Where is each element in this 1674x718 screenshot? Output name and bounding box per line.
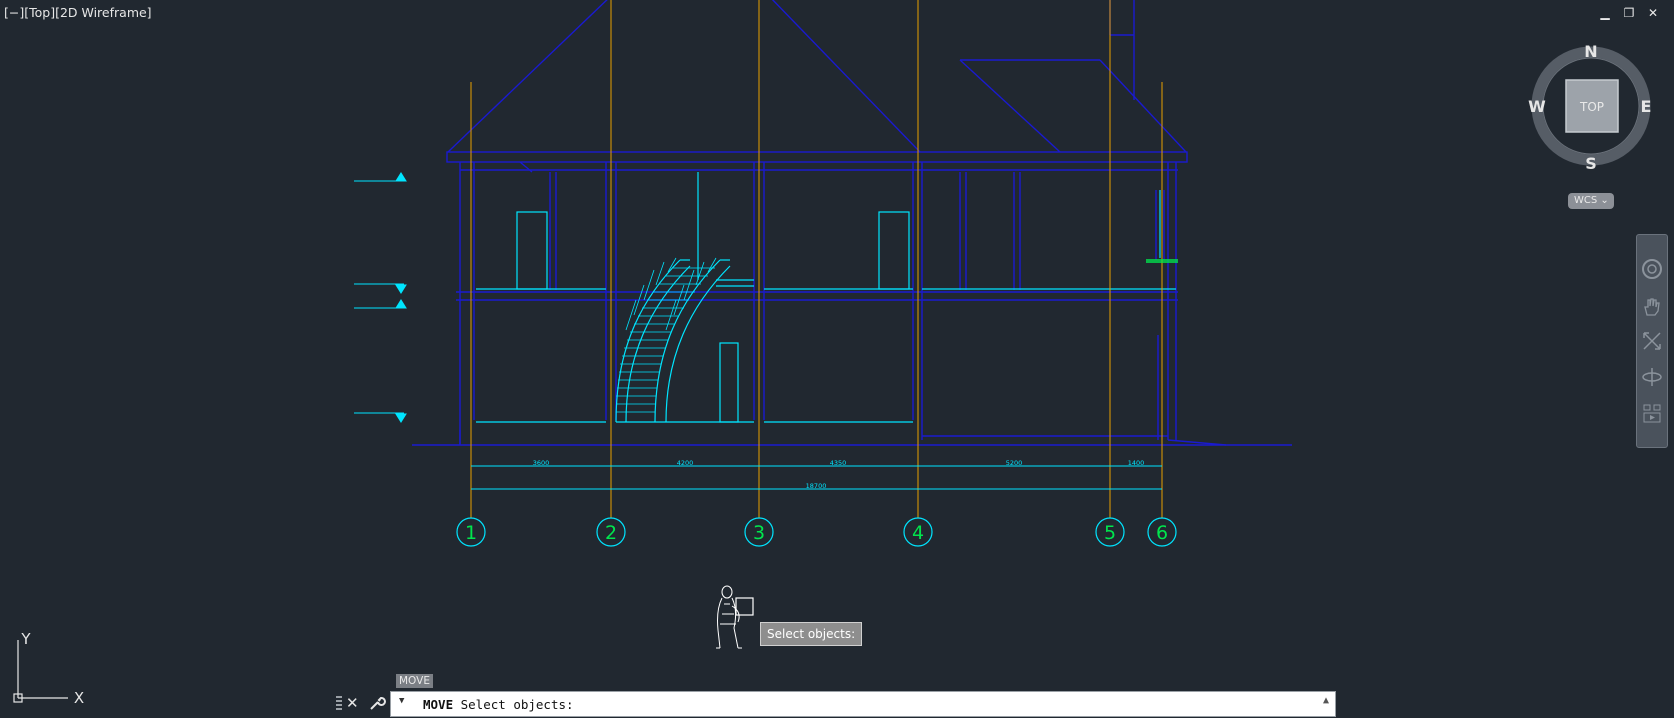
interior-elements: [476, 172, 1176, 423]
close-icon[interactable]: ✕: [346, 694, 359, 712]
dim-span-2: 4200: [677, 459, 694, 467]
dim-total: 18700: [806, 482, 827, 490]
grid-label-4: 4: [912, 522, 924, 544]
person-figure: [716, 585, 742, 649]
command-line: ✕ ▼ MOVE Select objects: ▲: [334, 690, 1338, 718]
viewport-controls-label[interactable]: [−][Top][2D Wireframe]: [4, 5, 152, 20]
showmotion-icon[interactable]: [1640, 401, 1664, 425]
viewport-window-controls: ▁ ❐ ✕: [1598, 6, 1660, 20]
grid-label-5: 5: [1104, 522, 1116, 544]
command-prompt: Select objects:: [453, 697, 574, 712]
wcs-menu-button[interactable]: WCS ⌄: [1568, 193, 1614, 209]
dim-span-3: 4350: [830, 459, 847, 467]
command-prompt-text: MOVE Select objects:: [423, 697, 574, 712]
grid-label-3: 3: [753, 522, 765, 544]
compass-north[interactable]: N: [1584, 42, 1597, 61]
history-expand-icon[interactable]: ▲: [1323, 695, 1329, 706]
minimize-button[interactable]: ▁: [1598, 6, 1612, 20]
dimension-texts: 3600 4200 4350 5200 1400 18700: [533, 459, 1145, 490]
compass-east[interactable]: E: [1641, 97, 1652, 116]
command-history-hint: MOVE: [396, 674, 433, 688]
command-keyword: MOVE: [423, 697, 454, 712]
chevron-down-icon: ⌄: [1600, 195, 1609, 206]
stair-treads: [616, 267, 715, 413]
dim-span-1: 3600: [533, 459, 550, 467]
level-markers: [354, 172, 407, 423]
ucs-icon: Y X: [13, 630, 84, 707]
grid-label-1: 1: [465, 522, 477, 544]
grid-label-2: 2: [605, 522, 617, 544]
restore-button[interactable]: ❐: [1622, 6, 1636, 20]
dim-span-5: 1400: [1128, 459, 1145, 467]
wrench-icon[interactable]: [368, 694, 386, 712]
grid-bubbles: [456, 517, 1177, 547]
navigation-bar: [1636, 234, 1668, 448]
orbit-icon[interactable]: [1640, 365, 1664, 389]
wcs-label: WCS: [1574, 195, 1598, 206]
compass-south[interactable]: S: [1585, 154, 1597, 173]
roof-lines: [446, 0, 1188, 173]
drawing-canvas[interactable]: 3600 4200 4350 5200 1400 18700 1 2 3 4 5…: [0, 0, 1674, 718]
compass-west[interactable]: W: [1528, 97, 1546, 116]
viewcube-face-label: TOP: [1579, 100, 1604, 114]
ucs-y-label: Y: [20, 630, 31, 648]
grid-bubble-labels: 1 2 3 4 5 6: [465, 522, 1168, 544]
dynamic-input-tooltip: Select objects:: [760, 622, 863, 646]
ucs-x-label: X: [74, 689, 84, 707]
pan-hand-icon[interactable]: [1640, 295, 1664, 319]
drag-handle[interactable]: [336, 696, 342, 712]
grid-lines: [470, 0, 1163, 518]
close-button[interactable]: ✕: [1646, 6, 1660, 20]
zoom-extents-icon[interactable]: [1640, 329, 1664, 353]
command-input[interactable]: ▼ MOVE Select objects: ▲: [390, 691, 1336, 717]
recent-commands-dropdown-icon[interactable]: ▼: [399, 696, 404, 706]
dim-span-4: 5200: [1006, 459, 1023, 467]
steering-wheel-icon[interactable]: [1640, 257, 1664, 281]
grid-label-6: 6: [1156, 522, 1168, 544]
